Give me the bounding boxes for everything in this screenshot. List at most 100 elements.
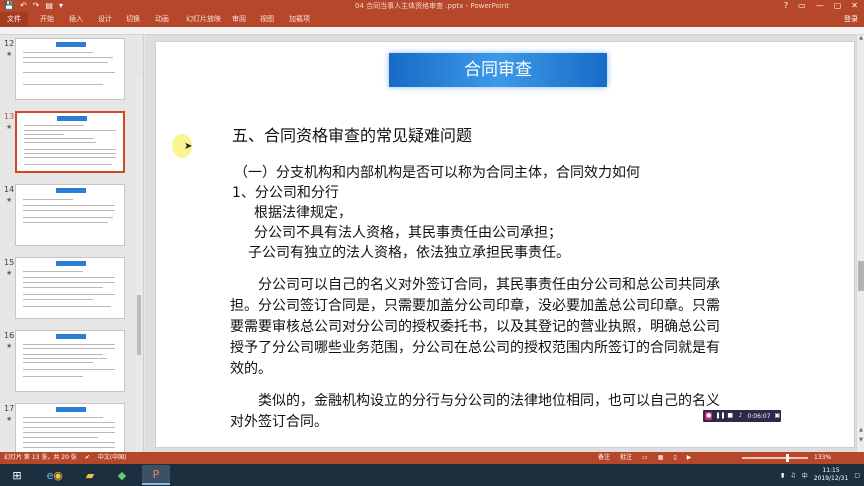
chrome-icon[interactable]: ◉ [44, 465, 72, 485]
reading-view-icon[interactable]: ▯ [673, 452, 676, 464]
slide-text-line[interactable]: 1、分公司和分行 [232, 182, 339, 202]
thumbnail-line [23, 271, 83, 272]
title-banner[interactable]: 合同审查 [389, 53, 607, 87]
zoom-slider[interactable] [742, 457, 808, 459]
thumbnail-line [24, 149, 116, 150]
slideshow-view-icon[interactable]: ▶ [687, 452, 692, 464]
minimize-icon[interactable]: — [816, 0, 824, 12]
language-indicator[interactable]: 中文(中国) [98, 452, 127, 464]
thumbnail-line [23, 217, 113, 218]
powerpoint-taskbar-icon[interactable]: P [142, 465, 170, 485]
thumbnails-scroll-thumb[interactable] [137, 295, 141, 355]
thumbnail-line [23, 287, 103, 288]
clock-date: 2019/12/31 [813, 475, 849, 482]
thumbnail-card[interactable] [15, 257, 125, 319]
thumbnail-header [56, 261, 86, 266]
thumbnail-slide-17[interactable]: 17 ★ [0, 402, 143, 452]
camera-icon[interactable]: ▣ [774, 412, 781, 420]
record-icon[interactable]: ● [705, 412, 713, 420]
slide-vertical-scrollbar[interactable]: ▲ ▲ ▼ [856, 35, 864, 452]
stop-icon[interactable]: ■ [726, 412, 733, 420]
thumbnail-line [23, 358, 107, 359]
thumbnail-card[interactable] [15, 330, 125, 392]
thumbnail-line [23, 210, 115, 211]
slide-text-line[interactable]: 授予了分公司哪些业务范围，分公司在总公司的授权范围内所签订的合同就是有 [230, 337, 720, 357]
tab-animations[interactable]: 动画 [155, 12, 169, 27]
slide-text-line[interactable]: 根据法律规定， [254, 202, 352, 222]
clock[interactable]: 11:15 2019/12/31 [814, 467, 849, 483]
tab-home[interactable]: 开始 [40, 12, 54, 27]
window-controls: ? ▭ — ▢ ✕ [784, 0, 858, 12]
tab-view[interactable]: 视图 [260, 12, 274, 27]
tab-insert[interactable]: 插入 [69, 12, 83, 27]
animation-star-icon: ★ [6, 415, 13, 423]
thumbnail-line [23, 57, 113, 58]
thumbnail-slide-14[interactable]: 14 ★ [0, 183, 143, 249]
clock-time: 11:15 [822, 467, 840, 474]
wechat-icon[interactable]: ◆ [108, 465, 136, 485]
slide-text-line[interactable]: 类似的，金融机构设立的分行与分公司的法律地位相同，也可以自己的名义 [258, 390, 720, 410]
file-explorer-icon[interactable]: ▰ [76, 465, 104, 485]
thumbnail-slide-15[interactable]: 15 ★ [0, 256, 143, 322]
slide-text-line[interactable]: 效的。 [230, 358, 272, 378]
ribbon-display-icon[interactable]: ▭ [798, 0, 806, 12]
slide-text-line[interactable]: 担。分公司签订合同是，只需要加盖分公司印章，没必要加盖总公司印章。只需 [230, 295, 720, 315]
notification-icon[interactable]: ▢ [854, 472, 860, 479]
help-icon[interactable]: ? [784, 0, 788, 12]
volume-icon[interactable]: ♫ [790, 472, 795, 479]
thumbnail-line [24, 153, 116, 154]
thumbnail-line [23, 222, 108, 223]
thumbnail-card[interactable] [15, 111, 125, 173]
tab-review[interactable]: 审阅 [232, 12, 246, 27]
thumbnail-number: 15 [4, 258, 15, 267]
screen-recorder-widget[interactable]: ● ❚❚ ■ ♪ 0:06:07 ▣ [703, 410, 781, 422]
slide-text-line[interactable]: 要需要审核总公司对分公司的授权委托书，以及其登记的营业执照，明确总公司 [230, 316, 720, 336]
banner-title: 合同审查 [464, 60, 532, 80]
thumbnail-header [56, 407, 86, 412]
maximize-icon[interactable]: ▢ [834, 0, 842, 12]
slide-text-line[interactable]: 对外签订合同。 [230, 411, 328, 431]
tab-file[interactable]: 文件 [0, 12, 28, 27]
previous-slide-icon[interactable]: ▲ [857, 427, 864, 435]
animation-star-icon: ★ [6, 269, 13, 277]
normal-view-icon[interactable]: ▭ [642, 452, 648, 464]
next-slide-icon[interactable]: ▼ [857, 437, 864, 445]
thumbnail-slide-12[interactable]: 12 ★ [0, 37, 143, 103]
tab-transitions[interactable]: 切换 [126, 12, 140, 27]
slide-text-line[interactable]: （一）分支机构和内部机构是否可以称为合同主体，合同效力如何 [234, 162, 640, 182]
tab-design[interactable]: 设计 [98, 12, 112, 27]
slide-heading[interactable]: 五、合同资格审查的常见疑难问题 [232, 122, 472, 146]
close-icon[interactable]: ✕ [851, 0, 858, 12]
slide-text-line[interactable]: 分公司不具有法人资格，其民事责任由公司承担； [254, 222, 562, 242]
comments-button[interactable]: 批注 [620, 452, 632, 464]
slide-text-line[interactable]: 分公司可以自己的名义对外签订合同，其民事责任由分公司和总公司共同承 [258, 274, 720, 294]
scroll-up-icon[interactable]: ▲ [857, 35, 864, 43]
thumbnail-slide-16[interactable]: 16 ★ [0, 329, 143, 395]
mic-icon[interactable]: ♪ [737, 412, 744, 420]
ime-icon[interactable]: 中 [802, 471, 808, 480]
thumbnail-card[interactable] [15, 38, 125, 100]
pause-icon[interactable]: ❚❚ [715, 412, 725, 420]
tab-addins[interactable]: 加载项 [289, 12, 310, 27]
thumbnail-card[interactable] [15, 403, 125, 452]
thumbnail-number: 14 [4, 185, 15, 194]
zoom-level[interactable]: 133% [814, 452, 831, 464]
current-slide[interactable]: 合同审查 五、合同资格审查的常见疑难问题 （一）分支机构和内部机构是否可以称为合… [155, 41, 855, 448]
thumbnail-slide-13[interactable]: 13 ★ [0, 110, 143, 176]
thumbnail-line [24, 157, 116, 158]
notes-button[interactable]: 备注 [598, 452, 610, 464]
zoom-slider-knob[interactable] [786, 454, 789, 462]
start-button-icon[interactable]: ⊞ [0, 465, 34, 485]
thumbnails-scrollbar[interactable] [136, 75, 142, 452]
slide-sorter-icon[interactable]: ▦ [658, 452, 664, 464]
scroll-thumb[interactable] [858, 261, 864, 291]
login-link[interactable]: 登录 [844, 12, 858, 27]
thumbnail-line [24, 164, 112, 165]
thumbnail-header [57, 116, 87, 121]
ribbon-tabs: 文件 开始 插入 设计 切换 动画 幻灯片放映 审阅 视图 加载项 登录 [0, 12, 864, 27]
tab-slideshow[interactable]: 幻灯片放映 [186, 12, 221, 27]
thumbnail-card[interactable] [15, 184, 125, 246]
spellcheck-icon[interactable]: ✔ [85, 452, 90, 464]
network-icon[interactable]: ▮ [781, 472, 784, 479]
slide-text-line[interactable]: 子公司有独立的法人资格，依法独立承担民事责任。 [248, 242, 570, 262]
